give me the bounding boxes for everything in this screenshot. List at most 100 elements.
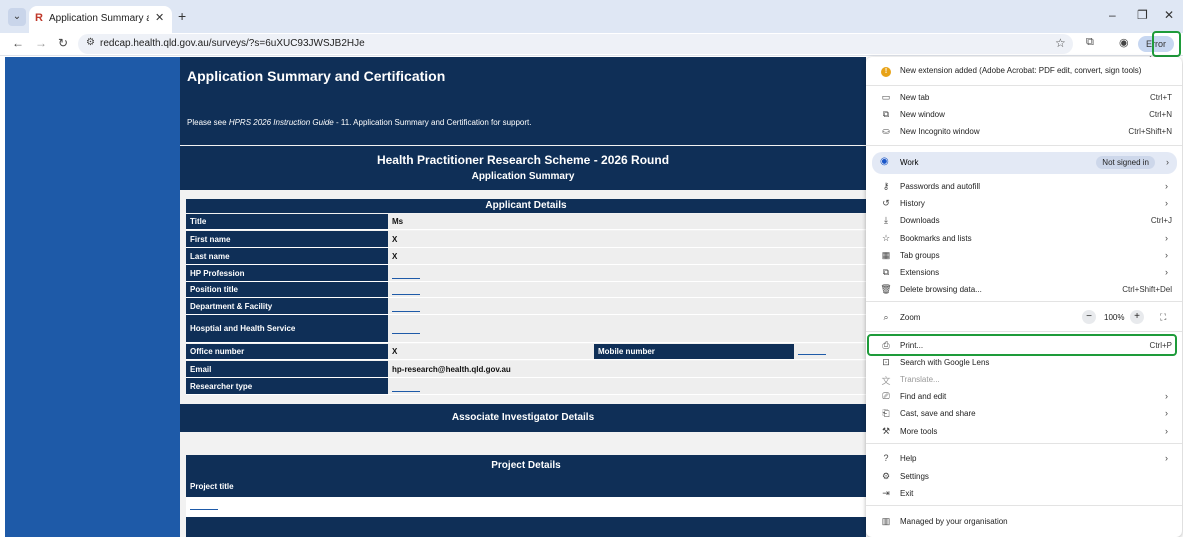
menu-item-translate[interactable]: 文 Translate...	[866, 371, 1182, 388]
zoom-in-button[interactable]: +	[1130, 310, 1144, 324]
menu-item-settings[interactable]: ⚙ Settings	[866, 468, 1182, 485]
menu-label: Bookmarks and lists	[900, 234, 972, 243]
menu-label: Tab groups	[900, 251, 940, 260]
table-row: Department & Facility	[186, 298, 866, 315]
menu-item-cast-save-share[interactable]: ⎗ Cast, save and share ›	[866, 405, 1182, 422]
menu-divider	[866, 443, 1182, 444]
menu-label: Translate...	[900, 375, 940, 384]
menu-item-bookmarks[interactable]: ☆ Bookmarks and lists ›	[866, 230, 1182, 247]
table-row: Researcher type	[186, 378, 866, 395]
download-icon: ⤓	[884, 215, 888, 225]
menu-label: Exit	[900, 489, 914, 498]
menu-label: Managed by your organisation	[900, 517, 1008, 526]
reload-icon[interactable]: ↻	[58, 36, 68, 50]
row-value: Ms	[388, 214, 866, 229]
row-label: Office number	[186, 344, 388, 359]
menu-item-work-profile[interactable]: ◉ Work Not signed in ›	[872, 152, 1177, 174]
minimize-icon[interactable]: –	[1109, 8, 1116, 22]
table-row: Last name X	[186, 248, 866, 265]
forward-icon[interactable]: →	[35, 36, 47, 50]
menu-label: Cast, save and share	[900, 409, 976, 418]
chevron-right-icon: ›	[1165, 267, 1168, 277]
site-info-icon[interactable]: ⚙	[86, 37, 95, 48]
chevron-right-icon: ›	[1165, 391, 1168, 401]
menu-item-help[interactable]: ? Help ›	[866, 450, 1182, 467]
menu-item-zoom: ⌕ Zoom − 100% + ⛶	[866, 309, 1182, 326]
menu-shortcut: Ctrl+T	[1150, 93, 1172, 102]
menu-item-downloads[interactable]: ⤓ Downloads Ctrl+J	[866, 212, 1182, 229]
new-tab-icon: ▭	[881, 92, 891, 102]
row-value	[388, 315, 866, 342]
menu-label: Settings	[900, 472, 929, 481]
menu-label: Zoom	[900, 313, 921, 322]
restore-icon[interactable]: ❐	[1137, 8, 1148, 22]
profile-icon: ◉	[880, 156, 889, 167]
menu-label: More tools	[900, 427, 938, 436]
scheme-subtitle: Application Summary	[471, 171, 575, 182]
bookmark-star-icon[interactable]: ☆	[1055, 36, 1066, 50]
page-note: Please see HPRS 2026 Instruction Guide -…	[187, 118, 532, 127]
zoom-out-button[interactable]: −	[1082, 310, 1096, 324]
menu-label: History	[900, 199, 925, 208]
menu-item-exit[interactable]: ⇥ Exit	[866, 485, 1182, 502]
active-tab[interactable]: R Application Summary and Certifi ✕	[29, 6, 172, 33]
chrome-main-menu: ! New extension added (Adobe Acrobat: PD…	[866, 57, 1182, 537]
tab-search-chevron-icon[interactable]: ⌄	[8, 8, 26, 26]
menu-item-history[interactable]: ↺ History ›	[866, 195, 1182, 212]
translate-icon: 文	[881, 376, 891, 386]
row-label: Title	[186, 214, 388, 229]
tab-close-icon[interactable]: ✕	[155, 11, 164, 24]
row-label: Hosptial and Health Service	[186, 315, 388, 342]
address-bar[interactable]: ⚙ redcap.health.qld.gov.au/surveys/?s=6u…	[78, 34, 1073, 54]
bookmark-star-icon: ☆	[881, 233, 891, 243]
mobile-number-value	[794, 344, 866, 359]
menu-label: Passwords and autofill	[900, 182, 981, 191]
menu-item-incognito[interactable]: ⛀ New Incognito window Ctrl+Shift+N	[866, 123, 1182, 140]
menu-label: Delete browsing data...	[900, 285, 982, 294]
back-icon[interactable]: ←	[12, 36, 24, 50]
menu-item-managed[interactable]: ▥ Managed by your organisation	[866, 513, 1182, 530]
menu-divider	[866, 145, 1182, 146]
menu-label: Find and edit	[900, 392, 947, 401]
menu-item-delete-browsing-data[interactable]: 🗑 Delete browsing data... Ctrl+Shift+Del	[866, 281, 1182, 298]
chevron-right-icon: ›	[1165, 408, 1168, 418]
scheme-title: Health Practitioner Research Scheme - 20…	[376, 153, 670, 167]
fullscreen-icon[interactable]: ⛶	[1160, 312, 1166, 323]
exit-icon: ⇥	[882, 488, 890, 498]
survey-content: Application Summary and Certification Pl…	[180, 57, 866, 537]
extensions-puzzle-icon[interactable]: ⧉	[1086, 36, 1094, 49]
menu-item-passwords[interactable]: ⚷ Passwords and autofill ›	[866, 178, 1182, 195]
key-icon: ⚷	[882, 181, 890, 191]
menu-item-extension-notice[interactable]: ! New extension added (Adobe Acrobat: PD…	[866, 62, 1182, 79]
menu-item-find-edit[interactable]: ⎚ Find and edit ›	[866, 388, 1182, 405]
empty-value-line	[392, 294, 420, 295]
page-left-panel	[5, 57, 180, 537]
row-value: X	[388, 344, 594, 359]
menu-item-new-window[interactable]: ⧉ New window Ctrl+N	[866, 106, 1182, 123]
row-value	[388, 282, 866, 297]
window-close-icon[interactable]: ✕	[1164, 8, 1174, 22]
chevron-right-icon: ›	[1165, 233, 1168, 243]
row-value: hp-research@health.qld.gov.au	[388, 361, 866, 377]
table-row: Office number X Mobile number	[186, 344, 866, 360]
new-tab-button[interactable]: +	[178, 8, 186, 24]
history-icon: ↺	[882, 198, 890, 208]
menu-shortcut: Ctrl+Shift+Del	[1122, 285, 1172, 294]
empty-value-line	[190, 509, 218, 510]
menu-label: Extensions	[900, 268, 940, 277]
menu-item-more-tools[interactable]: ⚒ More tools ›	[866, 423, 1182, 440]
table-row: Email hp-research@health.qld.gov.au	[186, 361, 866, 378]
menu-shortcut: Ctrl+J	[1150, 216, 1172, 225]
menu-item-google-lens[interactable]: ⊡ Search with Google Lens	[866, 354, 1182, 371]
account-circle-icon[interactable]: ◉	[1119, 36, 1129, 49]
project-title-value	[186, 497, 866, 517]
highlight-menu-button	[1152, 31, 1181, 57]
menu-item-extensions[interactable]: ⧉ Extensions ›	[866, 264, 1182, 281]
empty-value-line	[798, 354, 826, 355]
menu-item-tab-groups[interactable]: ▦ Tab groups ›	[866, 247, 1182, 264]
url-text[interactable]: redcap.health.qld.gov.au/surveys/?s=6uXU…	[100, 38, 365, 49]
table-row: Position title	[186, 282, 866, 298]
project-title-label: Project title	[190, 482, 234, 491]
menu-item-new-tab[interactable]: ▭ New tab Ctrl+T	[866, 89, 1182, 106]
highlight-print-item	[867, 334, 1177, 356]
